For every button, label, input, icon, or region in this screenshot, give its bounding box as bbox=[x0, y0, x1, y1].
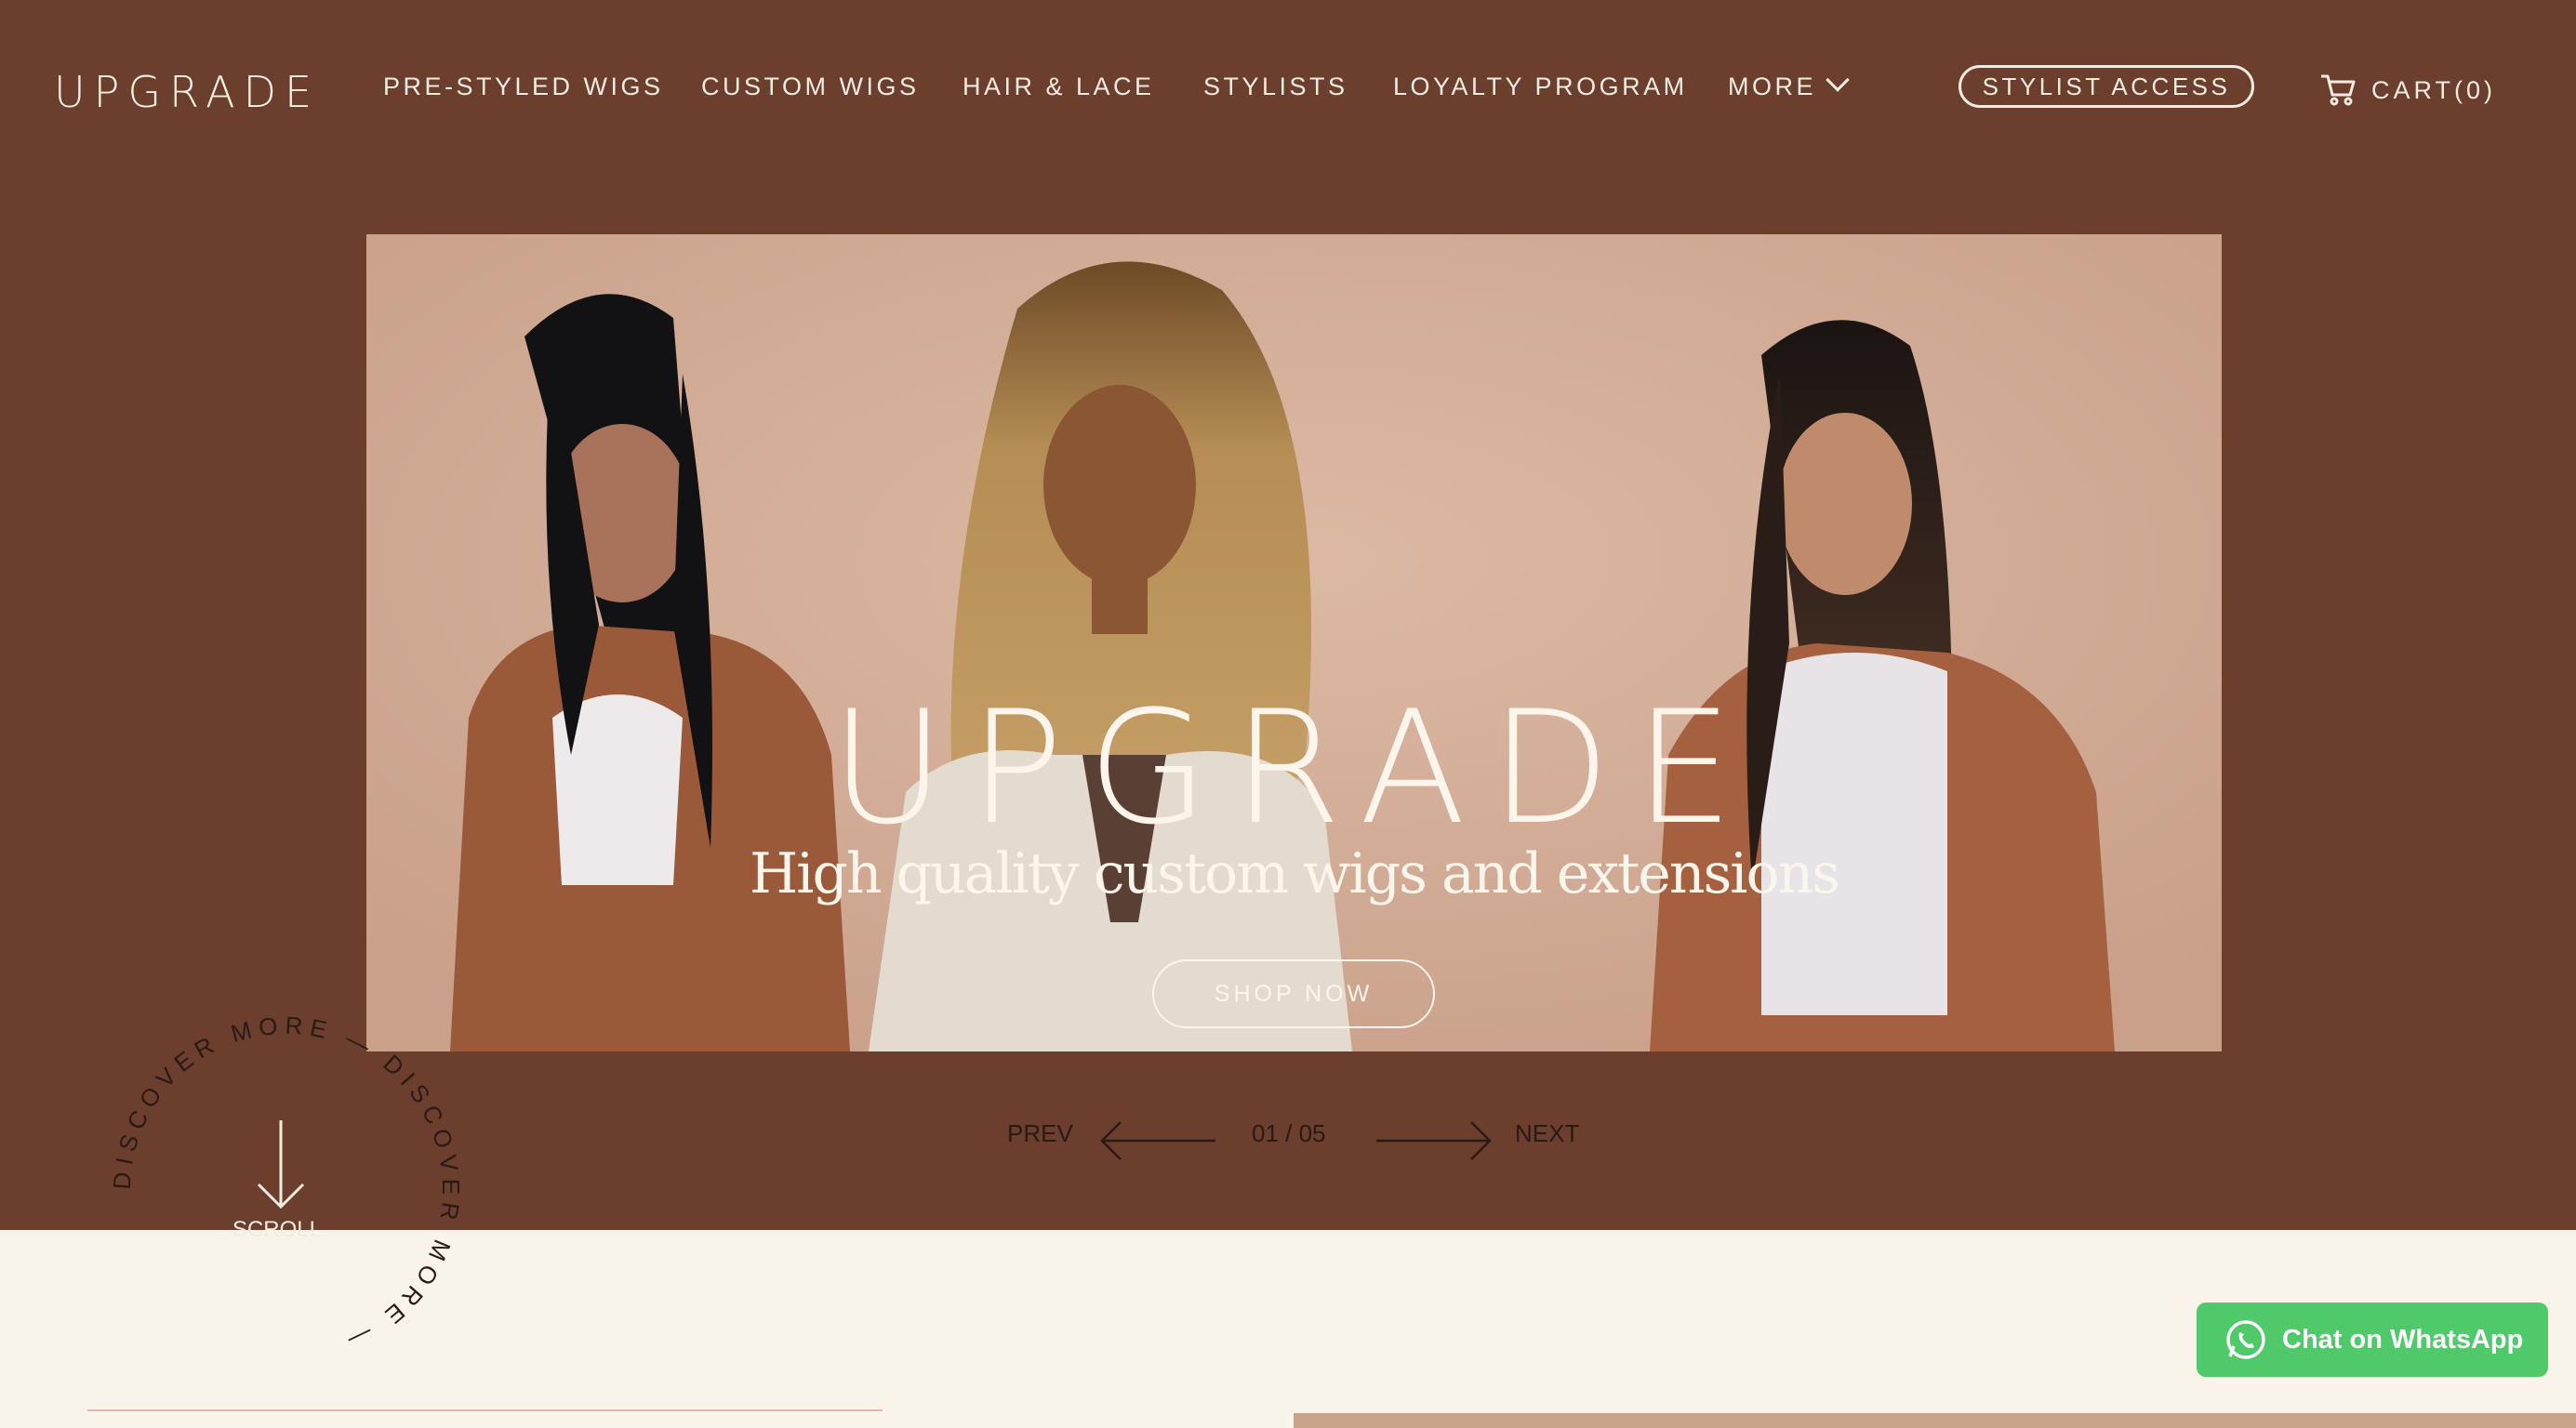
nav-item-more[interactable]: MORE bbox=[1728, 68, 1850, 101]
nav-item-hair-lace[interactable]: HAIR & LACE bbox=[963, 73, 1155, 101]
cart-label: CART(0) bbox=[2371, 75, 2497, 104]
nav-item-loyalty-program[interactable]: LOYALTY PROGRAM bbox=[1393, 73, 1688, 101]
whatsapp-icon bbox=[2226, 1320, 2265, 1359]
scroll-label: SCROLL bbox=[232, 1217, 322, 1242]
section-divider bbox=[87, 1409, 883, 1411]
hero-title: UPGRADE bbox=[830, 677, 1758, 859]
stylist-access-button[interactable]: STYLIST ACCESS bbox=[1959, 65, 2254, 108]
hero-image bbox=[366, 234, 2222, 1051]
discover-ring-text: DISCOVER MORE — DISCOVER MORE — bbox=[108, 1012, 465, 1358]
nav-item-custom-wigs[interactable]: CUSTOM WIGS bbox=[701, 73, 920, 101]
arrow-down-icon bbox=[257, 1120, 305, 1210]
hero-banner: UPGRADE High quality custom wigs and ext… bbox=[366, 234, 2222, 1051]
nav-item-stylists[interactable]: STYLISTS bbox=[1203, 73, 1348, 101]
whatsapp-label: Chat on WhatsApp bbox=[2282, 1324, 2524, 1355]
arrow-left-icon[interactable] bbox=[1098, 1119, 1219, 1162]
cart-button[interactable]: CART(0) bbox=[2319, 69, 2496, 112]
whatsapp-chat-button[interactable]: Chat on WhatsApp bbox=[2197, 1302, 2548, 1377]
section-image bbox=[1294, 1413, 2576, 1428]
site-logo[interactable]: UPGRADE bbox=[54, 67, 320, 117]
slider-prev-label[interactable]: PREV bbox=[1007, 1119, 1073, 1164]
discover-more-badge[interactable]: DISCOVER MORE — DISCOVER MORE — SCROLL bbox=[100, 1004, 472, 1376]
slider-counter: 01 / 05 bbox=[1252, 1119, 1326, 1147]
slider-next-label[interactable]: NEXT bbox=[1515, 1119, 1579, 1164]
nav-more-label: MORE bbox=[1728, 73, 1816, 100]
chevron-down-icon bbox=[1826, 68, 1850, 92]
shop-now-button[interactable]: SHOP NOW bbox=[1152, 959, 1435, 1028]
hero-subtitle: High quality custom wigs and extensions bbox=[749, 841, 1840, 906]
nav-item-pre-styled-wigs[interactable]: PRE-STYLED WIGS bbox=[383, 73, 664, 101]
arrow-right-icon[interactable] bbox=[1373, 1119, 1494, 1162]
cart-icon bbox=[2321, 74, 2356, 106]
